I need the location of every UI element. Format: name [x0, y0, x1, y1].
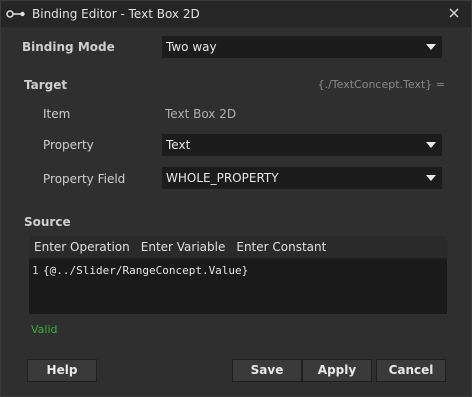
binding-mode-dropdown[interactable]: Two way: [162, 36, 442, 58]
source-toolbar: Enter Operation Enter Variable Enter Con…: [29, 236, 447, 258]
property-value: Text: [166, 138, 191, 152]
property-field-label: Property Field: [43, 172, 126, 186]
item-label: Item: [43, 107, 71, 121]
enter-variable-button[interactable]: Enter Variable: [136, 240, 232, 254]
target-section-label: Target: [24, 78, 68, 92]
binding-icon: [6, 10, 25, 18]
expression-text[interactable]: {@../Slider/RangeConcept.Value}: [43, 264, 248, 277]
binding-editor-window: Binding Editor - Text Box 2D Binding Mod…: [0, 0, 472, 397]
binding-mode-label: Binding Mode: [22, 40, 115, 54]
source-section-label: Source: [24, 215, 71, 229]
enter-operation-button[interactable]: Enter Operation: [29, 240, 136, 254]
help-button[interactable]: Help: [27, 359, 97, 382]
line-number: 1: [32, 264, 39, 277]
binding-mode-value: Two way: [166, 40, 217, 54]
save-button[interactable]: Save: [232, 359, 302, 382]
enter-constant-button[interactable]: Enter Constant: [231, 240, 332, 254]
property-label: Property: [43, 138, 94, 152]
target-path: {./TextConcept.Text} =: [317, 78, 445, 91]
apply-button[interactable]: Apply: [302, 359, 372, 382]
close-icon[interactable]: [447, 6, 461, 20]
window-title: Binding Editor - Text Box 2D: [32, 7, 200, 21]
chevron-down-icon: [426, 44, 436, 50]
property-dropdown[interactable]: Text: [162, 134, 442, 156]
title-bar[interactable]: Binding Editor - Text Box 2D: [1, 1, 471, 27]
property-field-value: WHOLE_PROPERTY: [166, 171, 279, 185]
property-field-dropdown[interactable]: WHOLE_PROPERTY: [162, 167, 442, 189]
item-value: Text Box 2D: [165, 107, 237, 121]
source-panel: Enter Operation Enter Variable Enter Con…: [29, 236, 447, 314]
cancel-button[interactable]: Cancel: [376, 359, 446, 382]
chevron-down-icon: [426, 142, 436, 148]
expression-editor[interactable]: 1 {@../Slider/RangeConcept.Value}: [29, 260, 447, 314]
validation-status: Valid: [31, 323, 58, 336]
chevron-down-icon: [426, 175, 436, 181]
